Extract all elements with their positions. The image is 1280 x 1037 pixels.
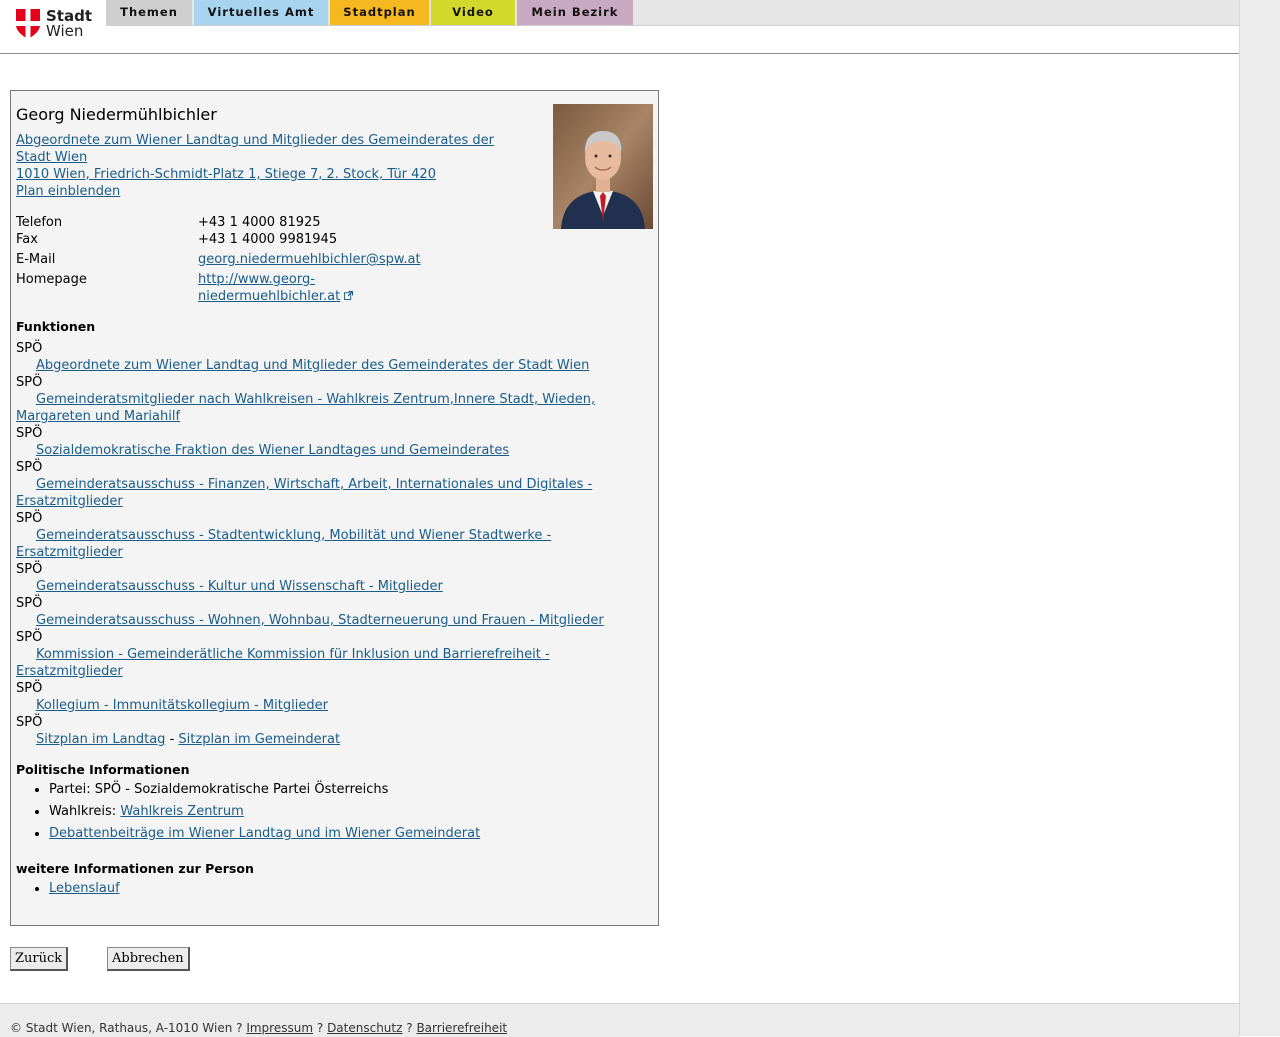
fax-value: +43 1 4000 9981945 bbox=[198, 232, 338, 247]
site-footer: © Stadt Wien, Rathaus, A-1010 Wien ? Imp… bbox=[0, 1003, 1239, 1037]
function-link-4-cont[interactable]: Ersatzmitglieder bbox=[16, 494, 123, 509]
list-item: Wahlkreis: Wahlkreis Zentrum bbox=[49, 803, 480, 825]
wahlkreis-label: Wahlkreis: bbox=[49, 804, 117, 819]
footer-copyright: © Stadt Wien, Rathaus, A-1010 Wien ? bbox=[10, 1021, 243, 1035]
sitzplan-row: Sitzplan im Landtag - Sitzplan im Gemein… bbox=[36, 732, 340, 747]
function-link-5-cont[interactable]: Ersatzmitglieder bbox=[16, 545, 123, 560]
function-party: SPÖ bbox=[16, 426, 43, 441]
tab-stadtplan[interactable]: Stadtplan bbox=[330, 0, 429, 25]
list-item: Partei: SPÖ - Sozialdemokratische Partei… bbox=[49, 781, 480, 803]
weitere-informationen-list: Lebenslauf bbox=[16, 880, 120, 902]
site-header: Stadt Wien Themen Virtuelles Amt Stadtpl… bbox=[0, 0, 1239, 54]
email-label: E-Mail bbox=[16, 252, 56, 267]
fax-label: Fax bbox=[16, 232, 38, 247]
sitzplan-gemeinderat-link[interactable]: Sitzplan im Gemeinderat bbox=[178, 732, 340, 747]
list-item: Debattenbeiträge im Wiener Landtag und i… bbox=[49, 825, 480, 847]
lebenslauf-link[interactable]: Lebenslauf bbox=[49, 881, 120, 896]
politische-informationen-list: Partei: SPÖ - Sozialdemokratische Partei… bbox=[16, 781, 480, 847]
portrait-photo bbox=[553, 104, 653, 229]
function-link-6[interactable]: Gemeinderatsausschuss - Kultur und Wisse… bbox=[36, 579, 443, 594]
function-link-3[interactable]: Sozialdemokratische Fraktion des Wiener … bbox=[36, 443, 509, 458]
tab-video[interactable]: Video bbox=[431, 0, 515, 25]
sitzplan-landtag-link[interactable]: Sitzplan im Landtag bbox=[36, 732, 165, 747]
sitzplan-separator: - bbox=[169, 732, 175, 747]
tab-virtuelles-amt[interactable]: Virtuelles Amt bbox=[194, 0, 328, 25]
phone-label: Telefon bbox=[16, 215, 63, 230]
function-link-2-cont[interactable]: Margareten und Mariahilf bbox=[16, 409, 180, 424]
function-party: SPÖ bbox=[16, 375, 43, 390]
homepage-link-row: niedermuehlbichler.at bbox=[198, 289, 354, 304]
function-party: SPÖ bbox=[16, 681, 43, 696]
stadt-wien-logo[interactable]: Stadt Wien bbox=[16, 9, 92, 43]
function-link-2[interactable]: Gemeinderatsmitglieder nach Wahlkreisen … bbox=[36, 392, 595, 407]
footer-separator: ? bbox=[406, 1021, 413, 1035]
logo-text: Stadt Wien bbox=[46, 7, 93, 40]
cancel-button[interactable]: Abbrechen bbox=[107, 947, 190, 971]
person-role-link-cont[interactable]: Stadt Wien bbox=[16, 150, 87, 165]
person-photo bbox=[553, 104, 653, 229]
funktionen-heading: Funktionen bbox=[16, 319, 96, 334]
function-party: SPÖ bbox=[16, 511, 43, 526]
function-link-1[interactable]: Abgeordnete zum Wiener Landtag und Mitgl… bbox=[36, 358, 589, 373]
list-item: Lebenslauf bbox=[49, 880, 120, 902]
tab-themen[interactable]: Themen bbox=[106, 0, 192, 25]
external-link-icon bbox=[344, 291, 354, 300]
phone-value: +43 1 4000 81925 bbox=[198, 215, 321, 230]
homepage-label: Homepage bbox=[16, 272, 87, 287]
footer-separator: ? bbox=[316, 1021, 324, 1035]
partei-text: Partei: SPÖ - Sozialdemokratische Partei… bbox=[49, 782, 389, 797]
debattenbeitraege-link[interactable]: Debattenbeiträge im Wiener Landtag und i… bbox=[49, 826, 480, 841]
impressum-link[interactable]: Impressum bbox=[246, 1021, 313, 1035]
function-link-9[interactable]: Kollegium - Immunitätskollegium - Mitgli… bbox=[36, 698, 328, 713]
barrierefreiheit-link[interactable]: Barrierefreiheit bbox=[416, 1021, 507, 1035]
function-link-7[interactable]: Gemeinderatsausschuss - Wohnen, Wohnbau,… bbox=[36, 613, 604, 628]
weitere-informationen-heading: weitere Informationen zur Person bbox=[16, 861, 254, 876]
function-link-5[interactable]: Gemeinderatsausschuss - Stadtentwicklung… bbox=[36, 528, 551, 543]
back-button[interactable]: Zurück bbox=[10, 947, 69, 971]
function-link-8-cont[interactable]: Ersatzmitglieder bbox=[16, 664, 123, 679]
function-party: SPÖ bbox=[16, 460, 43, 475]
datenschutz-link[interactable]: Datenschutz bbox=[327, 1021, 402, 1035]
email-link[interactable]: georg.niedermuehlbichler@spw.at bbox=[198, 252, 421, 267]
function-party: SPÖ bbox=[16, 562, 43, 577]
homepage-link-cont[interactable]: niedermuehlbichler.at bbox=[198, 289, 340, 304]
homepage-link[interactable]: http://www.georg- bbox=[198, 272, 315, 287]
person-role-link[interactable]: Abgeordnete zum Wiener Landtag und Mitgl… bbox=[16, 133, 494, 148]
address-link[interactable]: 1010 Wien, Friedrich-Schmidt-Platz 1, St… bbox=[16, 167, 436, 182]
tab-mein-bezirk[interactable]: Mein Bezirk bbox=[517, 0, 633, 25]
politische-informationen-heading: Politische Informationen bbox=[16, 762, 190, 777]
plan-einblenden-link[interactable]: Plan einblenden bbox=[16, 184, 120, 199]
wahlkreis-link[interactable]: Wahlkreis Zentrum bbox=[120, 804, 243, 819]
function-party: SPÖ bbox=[16, 715, 43, 730]
footer-text: © Stadt Wien, Rathaus, A-1010 Wien ? Imp… bbox=[10, 1021, 507, 1035]
vertical-scrollbar[interactable] bbox=[1239, 0, 1280, 1036]
person-card: Georg Niedermühlbichler Abgeordnete zum … bbox=[10, 90, 659, 926]
function-party: SPÖ bbox=[16, 341, 43, 356]
function-link-4[interactable]: Gemeinderatsausschuss - Finanzen, Wirtsc… bbox=[36, 477, 592, 492]
function-party: SPÖ bbox=[16, 630, 43, 645]
function-link-8[interactable]: Kommission - Gemeinderätliche Kommission… bbox=[36, 647, 550, 662]
wien-shield-icon bbox=[16, 9, 40, 39]
person-name: Georg Niedermühlbichler bbox=[16, 105, 217, 124]
function-party: SPÖ bbox=[16, 596, 43, 611]
